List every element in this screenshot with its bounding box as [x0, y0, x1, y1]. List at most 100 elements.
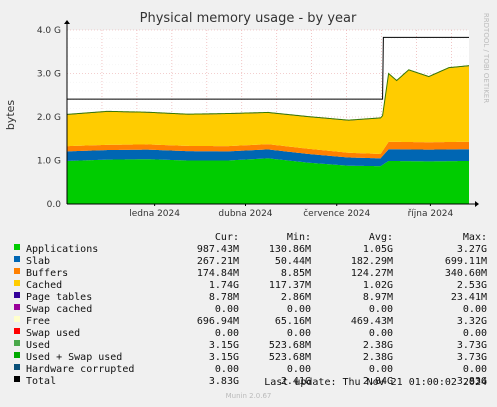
legend-max-value: 3.73G: [456, 352, 487, 363]
legend-row: Free 696.94M 65.16M 469.43M 3.32G: [0, 316, 497, 328]
legend-row: Buffers 174.84M 8.85M 124.27M 340.60M: [0, 268, 497, 280]
legend-max-value: 3.32G: [456, 316, 487, 327]
legend-max-value: 23.41M: [450, 292, 487, 303]
column-max-header: Max:: [462, 232, 487, 243]
legend-swatch: [14, 244, 20, 250]
y-tick-label: 0.0: [47, 200, 62, 210]
x-tick-label: dubna 2024: [218, 209, 272, 219]
y-tick-label: 3.0 G: [37, 70, 61, 80]
legend-avg-value: 0.00: [368, 364, 393, 375]
legend-rows: Applications 987.43M 130.86M 1.05G 3.27G Slab…: [0, 244, 497, 388]
legend-min-value: 117.37M: [268, 280, 311, 291]
area-applications: [67, 158, 469, 204]
column-avg-header: Avg:: [368, 232, 393, 243]
legend-label: Buffers: [26, 268, 69, 279]
legend-label: Page tables: [26, 292, 93, 303]
legend-max-value: 340.60M: [444, 268, 487, 279]
legend-row: Swap used 0.00 0.00 0.00 0.00: [0, 328, 497, 340]
legend-label: Used + Swap used: [26, 352, 123, 363]
legend-swatch: [14, 280, 20, 286]
legend-label: Used: [26, 340, 51, 351]
last-update: Last update: Thu Nov 21 01:00:02 2024: [264, 377, 487, 388]
legend-cur-value: 3.15G: [208, 340, 239, 351]
legend-cur-value: 0.00: [214, 364, 239, 375]
legend-min-value: 50.44M: [274, 256, 311, 267]
legend-swatch: [14, 376, 20, 382]
legend-row: Cached 1.74G 117.37M 1.02G 2.53G: [0, 280, 497, 292]
legend-label: Cached: [26, 280, 63, 291]
y-tick-label: 2.0 G: [37, 113, 61, 123]
legend-row: Slab 267.21M 50.44M 182.29M 699.11M: [0, 256, 497, 268]
y-axis-arrow: [64, 20, 70, 24]
column-cur-header: Cur:: [214, 232, 239, 243]
x-tick-label: ledna 2024: [129, 209, 180, 219]
legend-row: Page tables 8.78M 2.86M 8.97M 23.41M: [0, 292, 497, 304]
legend-min-value: 2.86M: [280, 292, 311, 303]
legend-row: Used + Swap used 3.15G 523.68M 2.38G 3.73G: [0, 352, 497, 364]
legend-label: Applications: [26, 244, 99, 255]
legend-avg-value: 0.00: [368, 328, 393, 339]
legend-label: Total: [26, 376, 57, 387]
legend-swatch: [14, 292, 20, 298]
legend-min-value: 0.00: [286, 364, 311, 375]
legend-cur-value: 696.94M: [196, 316, 239, 327]
legend: Cur: Min: Avg: Max: Applications 987.43M 1…: [0, 232, 497, 388]
legend-swatch: [14, 268, 20, 274]
legend-min-value: 523.68M: [268, 340, 311, 351]
legend-min-value: 523.68M: [268, 352, 311, 363]
y-tick-label: 1.0 G: [37, 157, 61, 167]
legend-avg-value: 0.00: [368, 304, 393, 315]
legend-swatch: [14, 316, 20, 322]
legend-avg-value: 182.29M: [350, 256, 393, 267]
column-min-header: Min:: [286, 232, 311, 243]
legend-max-value: 2.53G: [456, 280, 487, 291]
legend-avg-value: 8.97M: [362, 292, 393, 303]
legend-cur-value: 174.84M: [196, 268, 239, 279]
chart: Physical memory usage - by year bytes RR…: [4, 11, 490, 219]
legend-avg-value: 2.38G: [362, 352, 393, 363]
legend-swatch: [14, 352, 20, 358]
legend-avg-value: 124.27M: [350, 268, 393, 279]
legend-cur-value: 987.43M: [196, 244, 239, 255]
legend-avg-value: 2.38G: [362, 340, 393, 351]
legend-row: Applications 987.43M 130.86M 1.05G 3.27G: [0, 244, 497, 256]
legend-label: Hardware corrupted: [26, 364, 135, 375]
legend-swatch: [14, 256, 20, 262]
legend-row: Used 3.15G 523.68M 2.38G 3.73G: [0, 340, 497, 352]
legend-min-value: 0.00: [286, 328, 311, 339]
y-tick-label: 4.0 G: [37, 26, 61, 36]
legend-swatch: [14, 340, 20, 346]
legend-avg-value: 469.43M: [350, 316, 393, 327]
legend-cur-value: 8.78M: [208, 292, 239, 303]
legend-min-value: 0.00: [286, 304, 311, 315]
legend-max-value: 0.00: [462, 364, 487, 375]
legend-avg-value: 1.02G: [362, 280, 393, 291]
legend-row: Swap cached 0.00 0.00 0.00 0.00: [0, 304, 497, 316]
legend-cur-value: 0.00: [214, 304, 239, 315]
legend-swatch: [14, 364, 20, 370]
legend-max-value: 3.73G: [456, 340, 487, 351]
side-label: RRDTOOL / TOBI OETIKER: [482, 13, 490, 103]
legend-swatch: [14, 328, 20, 334]
chart-title: Physical memory usage - by year: [140, 11, 357, 26]
legend-cur-value: 267.21M: [196, 256, 239, 267]
legend-max-value: 699.11M: [444, 256, 487, 267]
x-tick-label: července 2024: [303, 208, 370, 219]
legend-header: Cur: Min: Avg: Max:: [0, 232, 497, 244]
y-axis-label: bytes: [4, 100, 17, 131]
legend-label: Swap used: [26, 328, 81, 339]
legend-cur-value: 0.00: [214, 328, 239, 339]
legend-cur-value: 3.15G: [208, 352, 239, 363]
legend-min-value: 65.16M: [274, 316, 311, 327]
legend-cur-value: 1.74G: [208, 280, 239, 291]
legend-label: Free: [26, 316, 51, 327]
x-tick-label: října 2024: [408, 209, 454, 219]
legend-min-value: 130.86M: [268, 244, 311, 255]
legend-avg-value: 1.05G: [362, 244, 393, 255]
legend-swatch: [14, 304, 20, 310]
legend-cur-value: 3.83G: [208, 376, 239, 387]
legend-row: Hardware corrupted 0.00 0.00 0.00 0.00: [0, 364, 497, 376]
x-axis-arrow: [475, 201, 479, 207]
legend-label: Slab: [26, 256, 51, 267]
legend-label: Swap cached: [26, 304, 93, 315]
